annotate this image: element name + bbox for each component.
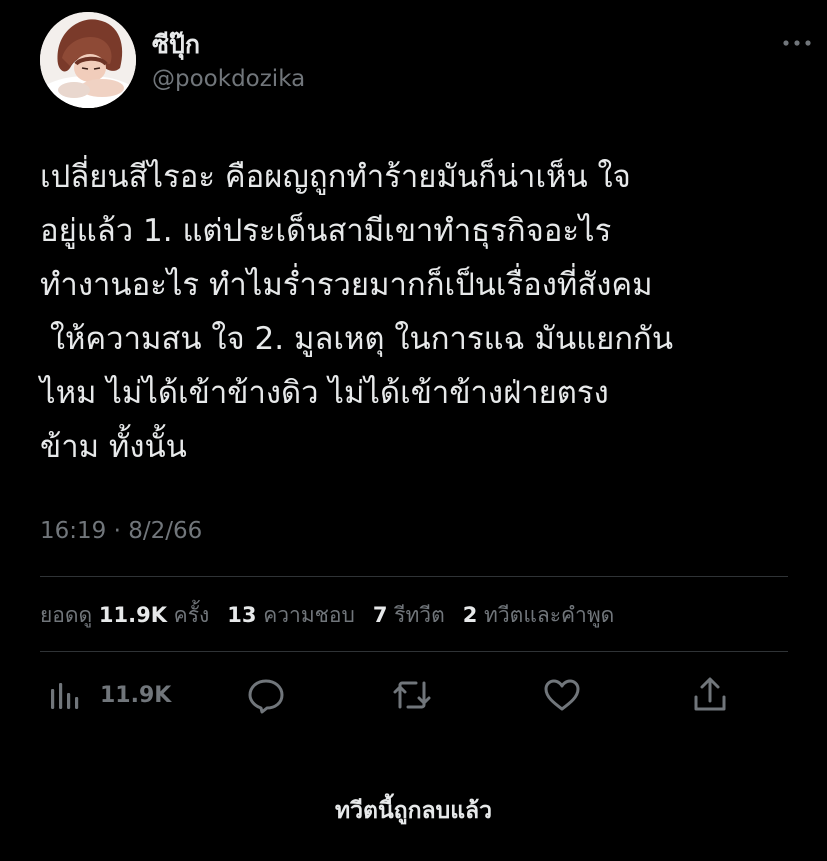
tweet-deleted-notice: ทวีตนี้ถูกลบแล้ว bbox=[334, 798, 493, 824]
likes-stat[interactable]: 13 ความชอบ bbox=[227, 599, 355, 632]
retweets-stat[interactable]: 7 รีทวีต bbox=[373, 599, 445, 632]
views-suffix: ครั้ง bbox=[173, 602, 210, 627]
user-names: ซีปุ๊ก @pookdozika bbox=[152, 30, 305, 94]
tweet-header: ซีปุ๊ก @pookdozika bbox=[40, 12, 811, 108]
tweet-stats: ยอดดู 11.9K ครั้ง 13 ความชอบ 7 รีทวีต 2 … bbox=[40, 598, 632, 632]
likes-count: 13 bbox=[227, 602, 257, 627]
views-button[interactable]: 11.9K bbox=[48, 668, 171, 722]
avatar[interactable] bbox=[40, 12, 136, 108]
likes-label: ความชอบ bbox=[263, 602, 355, 627]
tweet-text-line: ให้ความสน ใจ 2. มูลเหตุ ในการแฉ มันแยกกั… bbox=[40, 321, 674, 357]
quotes-label: ทวีตและคำพูด bbox=[484, 602, 615, 627]
avatar-photo bbox=[40, 12, 136, 108]
display-name[interactable]: ซีปุ๊ก bbox=[152, 30, 305, 60]
more-options-icon[interactable] bbox=[780, 34, 814, 52]
tweet-text-line: อยู่แล้ว 1. แต่ประเด็นสามีเขาทำธุรกิจอะไ… bbox=[40, 213, 612, 249]
analytics-icon bbox=[48, 679, 80, 711]
heart-icon bbox=[542, 675, 582, 715]
tweet-text-line: เปลี่ยนสีไรอะ คือผญถูกทำร้ายมันก็น่าเห็น… bbox=[40, 159, 631, 195]
quotes-stat[interactable]: 2 ทวีตและคำพูด bbox=[463, 599, 615, 632]
tweet-text-line: ข้าม ทั้งนั้น bbox=[40, 429, 187, 465]
views-stat[interactable]: ยอดดู 11.9K ครั้ง bbox=[40, 599, 209, 632]
tweet-actions: 11.9K bbox=[40, 668, 740, 722]
tweet-text-line: ทำงานอะไร ทำไมร่ำรวยมากก็เป็นเรื่องที่สั… bbox=[40, 267, 653, 303]
quotes-count: 2 bbox=[462, 602, 478, 627]
retweets-count: 7 bbox=[372, 602, 388, 627]
divider bbox=[40, 651, 788, 652]
retweets-label: รีทวีต bbox=[394, 602, 445, 627]
reply-icon bbox=[246, 675, 286, 715]
tweet-timestamp[interactable]: 16:19 · 8/2/66 bbox=[40, 518, 202, 544]
views-count-action: 11.9K bbox=[100, 682, 172, 708]
retweet-button[interactable] bbox=[390, 668, 434, 722]
tweet-text-line: ไหม ไม่ได้เข้าข้างดิว ไม่ได้เข้าข้างฝ่าย… bbox=[40, 375, 609, 411]
views-count: 11.9K bbox=[98, 602, 167, 627]
divider bbox=[40, 576, 788, 577]
like-button[interactable] bbox=[542, 668, 582, 722]
views-label: ยอดดู bbox=[40, 602, 93, 627]
share-icon bbox=[690, 675, 730, 715]
tweet-text: เปลี่ยนสีไรอะ คือผญถูกทำร้ายมันก็น่าเห็น… bbox=[40, 150, 800, 474]
reply-button[interactable] bbox=[246, 668, 286, 722]
retweet-icon bbox=[390, 675, 434, 715]
user-handle[interactable]: @pookdozika bbox=[152, 64, 305, 94]
share-button[interactable] bbox=[690, 668, 730, 722]
